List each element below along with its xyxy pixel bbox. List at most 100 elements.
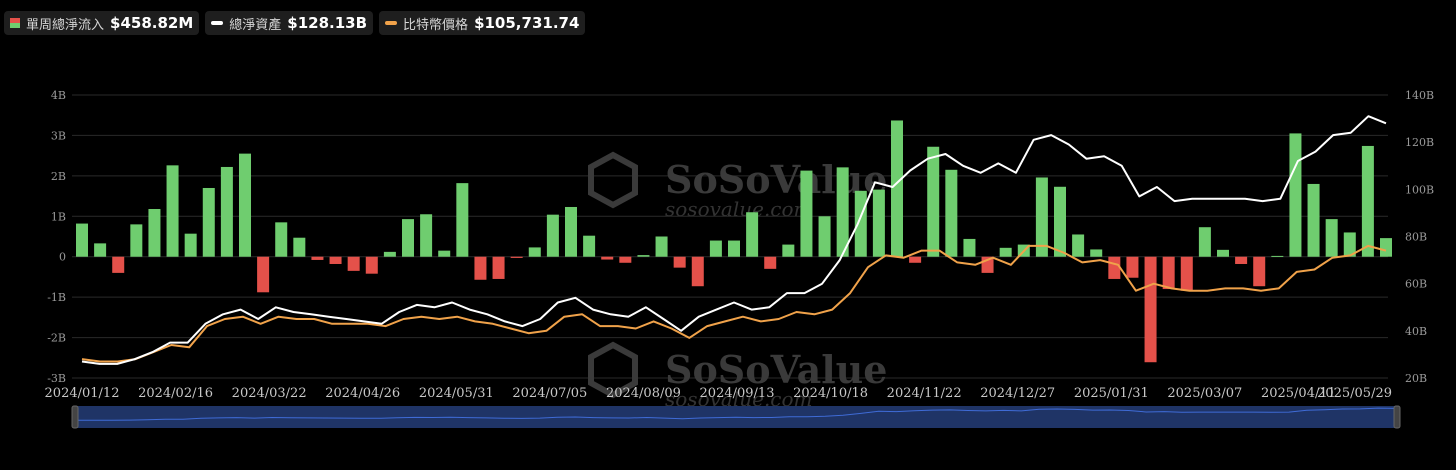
flow-bar xyxy=(963,238,976,257)
flow-bar xyxy=(220,166,233,257)
flow-bar xyxy=(1289,133,1302,257)
range-navigator[interactable] xyxy=(71,405,1401,429)
right-tick-label: 80B xyxy=(1405,231,1427,244)
right-tick-label: 20B xyxy=(1405,372,1427,385)
flow-bar xyxy=(746,212,759,257)
navigator-handle[interactable] xyxy=(1393,405,1401,429)
flow-bar xyxy=(275,222,288,257)
left-tick-label: 0 xyxy=(59,251,66,264)
flow-bar xyxy=(818,216,831,257)
flow-bar xyxy=(619,256,632,263)
flow-bar xyxy=(76,223,88,257)
flow-bar xyxy=(402,219,414,257)
flow-bar xyxy=(637,255,650,257)
x-tick-label: 2024/12/27 xyxy=(980,386,1055,401)
watermark-brand: SoSoValue xyxy=(665,157,887,202)
flow-bar xyxy=(166,165,179,257)
x-tick-label: 2024/02/16 xyxy=(138,386,213,401)
left-tick-label: 2B xyxy=(51,170,66,183)
right-tick-label: 40B xyxy=(1405,325,1427,338)
flow-bar xyxy=(673,256,686,268)
x-tick-label: 2024/04/26 xyxy=(325,386,400,401)
flow-bar xyxy=(130,224,143,257)
flow-bar xyxy=(1271,255,1284,257)
left-tick-label: -1B xyxy=(47,291,66,304)
x-tick-label: 2024/09/13 xyxy=(700,386,775,401)
flow-bar xyxy=(383,251,396,257)
left-tick-label: 1B xyxy=(51,210,66,223)
flow-bar xyxy=(655,236,668,257)
flow-bar xyxy=(1162,256,1175,290)
x-tick-label: 2025/03/07 xyxy=(1167,386,1242,401)
right-tick-label: 140B xyxy=(1405,89,1434,102)
flow-bar xyxy=(1325,219,1338,257)
flow-bar xyxy=(1180,256,1193,291)
flow-bar xyxy=(709,240,722,257)
flow-bar xyxy=(112,256,125,273)
x-tick-label: 2024/05/31 xyxy=(419,386,494,401)
flow-bar xyxy=(438,250,451,257)
flow-bar xyxy=(510,256,523,258)
left-tick-label: -3B xyxy=(47,372,66,385)
x-tick-label: 2025/05/29 xyxy=(1317,386,1392,401)
flow-bar xyxy=(365,256,378,274)
left-axis: 4B 3B 2B 1B 0 -1B -2B -3B xyxy=(47,89,66,385)
flow-bar xyxy=(945,169,958,257)
flow-bar xyxy=(311,256,324,260)
flow-bar xyxy=(836,167,849,257)
x-tick-label: 2025/01/31 xyxy=(1074,386,1149,401)
flow-bar xyxy=(565,206,577,257)
flow-bar xyxy=(872,189,885,257)
flow-bar xyxy=(1361,145,1374,257)
grid-lines xyxy=(72,94,1388,379)
flow-bar xyxy=(691,256,704,287)
flow-bar xyxy=(257,256,270,293)
right-tick-label: 100B xyxy=(1405,183,1434,196)
flow-chart[interactable]: SoSoValuesosovalue.comSoSoValuesosovalue… xyxy=(0,0,1456,470)
sosovalue-logo-icon xyxy=(588,151,638,209)
right-axis: 140B 120B 100B 80B 60B 40B 20B xyxy=(1405,89,1434,385)
flow-bar xyxy=(202,187,215,257)
x-axis: 2024/01/12 2024/02/16 2024/03/22 2024/04/26… xyxy=(45,386,1392,401)
left-tick-label: -2B xyxy=(47,332,66,345)
flow-bar xyxy=(909,256,922,263)
flow-bar xyxy=(1108,256,1121,279)
flow-bar xyxy=(728,240,740,257)
x-tick-label: 2024/01/12 xyxy=(45,386,120,401)
left-tick-label: 3B xyxy=(51,129,66,142)
x-tick-label: 2024/07/05 xyxy=(512,386,587,401)
flow-bar xyxy=(456,183,469,257)
flow-bar xyxy=(293,237,306,257)
flow-bar xyxy=(94,243,107,257)
flow-bar xyxy=(583,235,596,257)
flow-bar xyxy=(854,190,867,257)
flow-bar xyxy=(474,256,487,280)
flow-bar xyxy=(927,146,940,257)
flow-bar xyxy=(420,214,433,257)
right-tick-label: 120B xyxy=(1405,136,1434,149)
flow-bar xyxy=(800,170,813,257)
flow-bar xyxy=(1144,256,1157,363)
flow-bar xyxy=(764,256,777,269)
watermark-url: sosovalue.com xyxy=(665,197,813,221)
x-tick-label: 2024/03/22 xyxy=(232,386,307,401)
x-tick-label: 2024/08/09 xyxy=(606,386,681,401)
flow-bar xyxy=(891,120,903,257)
flow-bar xyxy=(1126,256,1139,278)
flow-bar xyxy=(528,247,541,257)
flow-bar xyxy=(1235,256,1248,264)
flow-bar xyxy=(1380,238,1392,257)
x-tick-label: 2024/10/18 xyxy=(793,386,868,401)
flow-bar xyxy=(601,256,614,260)
flow-bar xyxy=(1307,183,1320,257)
flow-bar xyxy=(1198,227,1211,257)
flow-bar xyxy=(1072,234,1085,257)
flow-bar xyxy=(1054,186,1066,257)
left-tick-label: 4B xyxy=(51,89,66,102)
flow-bar xyxy=(1217,249,1229,257)
navigator-handle[interactable] xyxy=(71,405,79,429)
flow-bar xyxy=(546,214,559,257)
right-tick-label: 60B xyxy=(1405,278,1427,291)
flow-bar xyxy=(329,256,342,264)
flow-bar xyxy=(239,153,251,257)
